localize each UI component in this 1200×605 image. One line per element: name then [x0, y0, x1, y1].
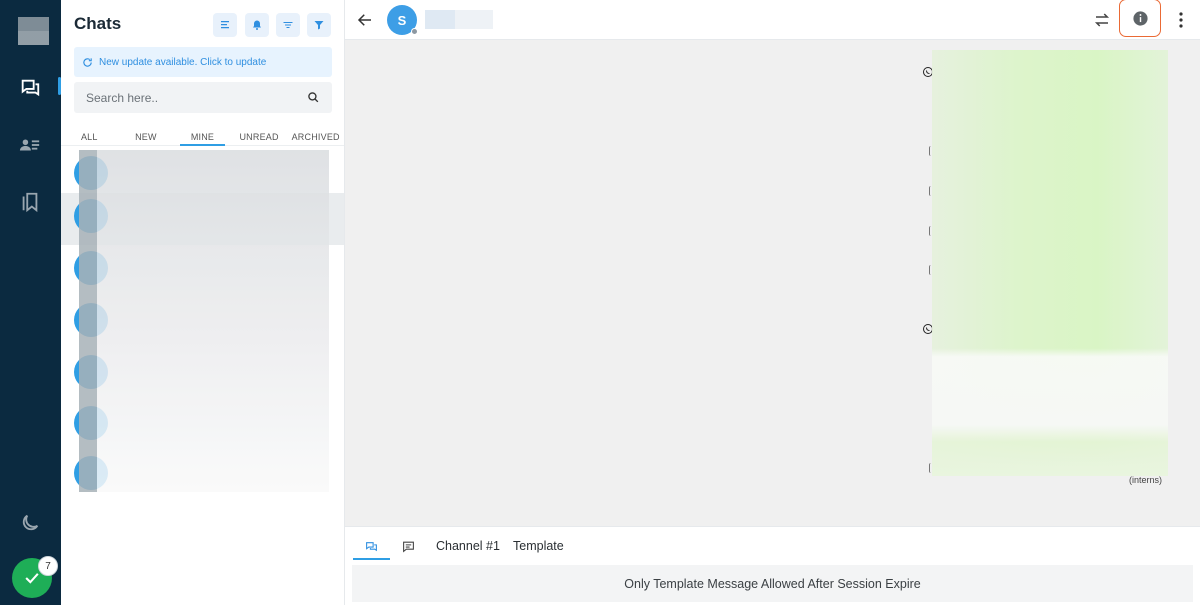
back-button[interactable]: [355, 10, 375, 30]
chat-bubbles-icon[interactable]: [18, 76, 42, 100]
info-button[interactable]: [1119, 0, 1161, 37]
transfer-button[interactable]: [1092, 10, 1112, 30]
chat-bubbles-icon: [366, 541, 377, 551]
funnel-icon: [314, 21, 324, 30]
template-only-notice: Only Template Message Allowed After Sess…: [352, 565, 1193, 602]
redacted-chat-previews: [79, 150, 329, 492]
moon-icon[interactable]: [18, 511, 42, 535]
tab-notes[interactable]: [402, 535, 415, 557]
alerts-button[interactable]: [245, 13, 269, 37]
swap-arrows-icon: [1094, 13, 1110, 27]
tab-all[interactable]: ALL: [61, 124, 118, 145]
chats-title: Chats: [74, 14, 122, 33]
contacts-icon[interactable]: [18, 133, 42, 157]
composer: Channel #1 Template Only Template Messag…: [345, 526, 1200, 605]
left-rail: 7: [0, 0, 61, 605]
refresh-icon: [83, 57, 92, 67]
chats-panel: Chats New update available. Click to upd…: [61, 0, 345, 605]
filter-button[interactable]: [307, 13, 331, 37]
filter-lines-icon: [283, 22, 293, 28]
tab-archived[interactable]: ARCHIVED: [287, 124, 344, 145]
tab-channel[interactable]: Channel #1: [436, 535, 500, 557]
sort-button[interactable]: [213, 13, 237, 37]
tab-conversation[interactable]: [353, 535, 390, 560]
message-bubble-redacted[interactable]: [932, 50, 1168, 476]
info-icon: [1132, 10, 1148, 26]
presence-dot: [411, 28, 418, 35]
kebab-menu-icon: [1179, 12, 1183, 28]
conversation-header: S: [345, 0, 1200, 40]
tab-template[interactable]: Template: [513, 535, 564, 557]
tab-mine[interactable]: MINE: [174, 124, 231, 146]
update-banner[interactable]: New update available. Click to update: [74, 47, 332, 77]
arrow-left-icon: [357, 14, 371, 26]
bell-icon: [253, 20, 261, 30]
contact-name-redacted: [425, 10, 493, 29]
list-icon: [221, 21, 229, 29]
tab-unread[interactable]: UNREAD: [231, 124, 288, 145]
chat-filter-tabs: ALL NEW MINE UNREAD ARCHIVED: [61, 124, 344, 146]
tab-new[interactable]: NEW: [118, 124, 175, 145]
search-icon[interactable]: [307, 91, 320, 104]
bookmarks-icon[interactable]: [18, 190, 42, 214]
message-area: (interns): [345, 40, 1200, 526]
sort-lines-button[interactable]: [276, 13, 300, 37]
brand-logo: [18, 17, 49, 45]
update-banner-text: New update available. Click to update: [99, 56, 267, 68]
search-input[interactable]: [86, 90, 307, 105]
message-icon: [403, 541, 414, 553]
search-box: [74, 82, 332, 113]
more-options-button[interactable]: [1174, 9, 1188, 31]
notification-badge: 7: [38, 556, 58, 576]
message-meta: (interns): [1128, 475, 1162, 485]
